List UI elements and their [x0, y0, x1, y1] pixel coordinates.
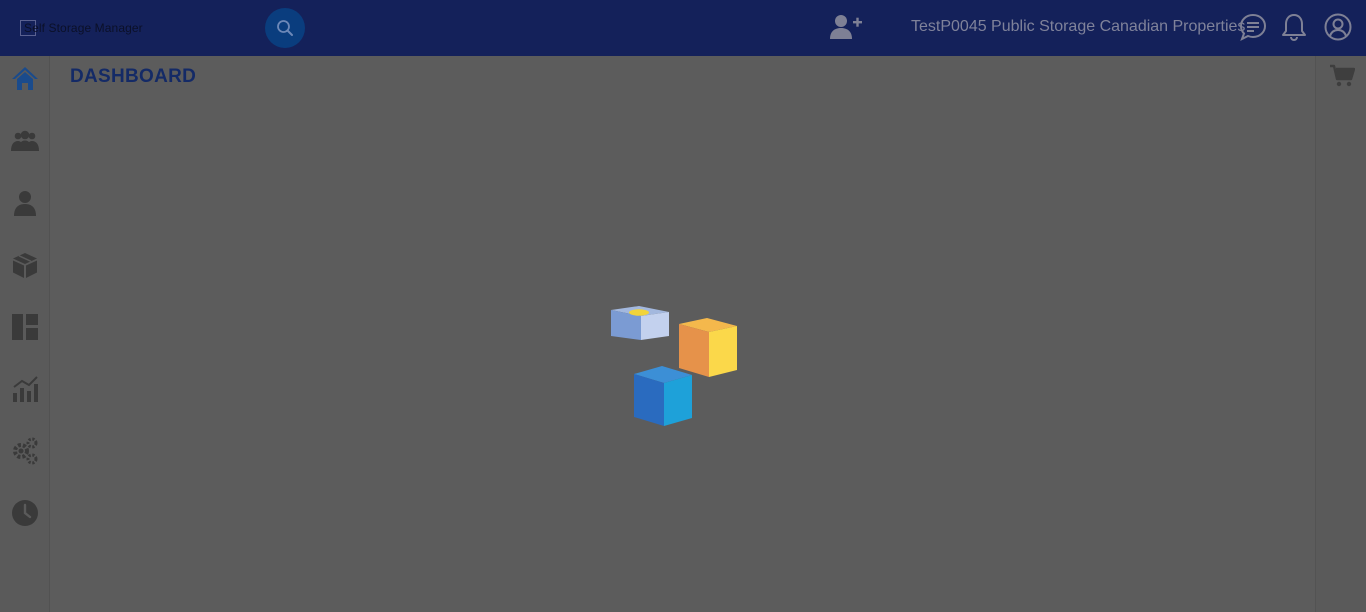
logo-alt-text: Self Storage Manager [24, 21, 143, 35]
top-navbar: Self Storage Manager TestP0045 Public St… [0, 0, 1366, 56]
sidebar-item-settings[interactable] [0, 429, 50, 473]
page-title: DASHBOARD [70, 66, 197, 87]
loading-overlay [605, 300, 745, 432]
logo[interactable]: Self Storage Manager [20, 19, 143, 37]
user-icon [14, 191, 36, 216]
search-button[interactable] [265, 8, 305, 48]
sidebar-item-home[interactable] [0, 56, 50, 100]
add-user-icon [830, 15, 862, 39]
sidebar-item-units[interactable] [0, 243, 50, 287]
settings-gears-icon [13, 437, 38, 465]
notifications-button[interactable] [1280, 12, 1308, 42]
home-icon [12, 67, 38, 90]
sidebar-item-dashboard[interactable] [0, 305, 50, 349]
right-panel [1315, 56, 1366, 612]
sidebar-item-tenants[interactable] [0, 119, 50, 163]
users-group-icon [11, 130, 39, 151]
cubes-loader-icon [611, 306, 737, 426]
reports-chart-icon [13, 376, 38, 402]
box-icon [13, 253, 37, 278]
sidebar-item-reports[interactable] [0, 367, 50, 411]
sidebar [0, 56, 50, 612]
add-user-button[interactable] [829, 12, 863, 42]
clock-icon [12, 500, 38, 526]
account-button[interactable] [1323, 12, 1353, 42]
cart-button[interactable] [1329, 64, 1356, 88]
chat-button[interactable] [1238, 12, 1268, 42]
cart-icon [1330, 64, 1356, 87]
sidebar-item-history[interactable] [0, 491, 50, 535]
chat-icon [1239, 13, 1267, 42]
account-icon [1324, 13, 1352, 41]
search-icon [277, 20, 293, 36]
dashboard-layout-icon [12, 314, 38, 340]
bell-icon [1282, 14, 1306, 42]
facility-name[interactable]: TestP0045 Public Storage Canadian Proper… [911, 18, 1245, 36]
sidebar-item-user[interactable] [0, 181, 50, 225]
